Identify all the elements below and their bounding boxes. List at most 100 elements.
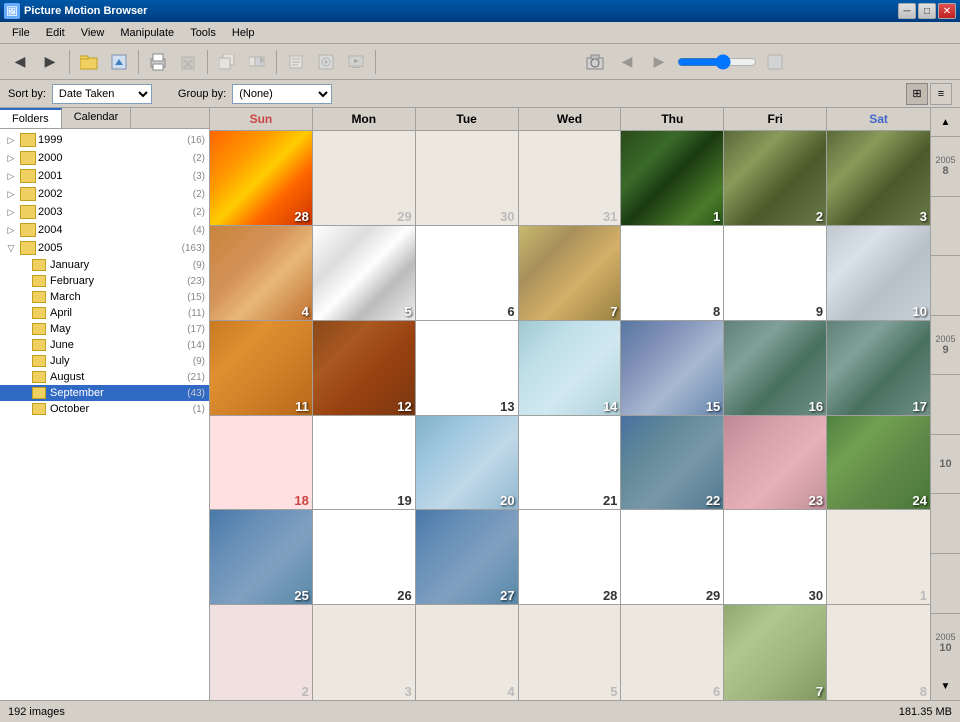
menu-file[interactable]: File <box>4 25 38 41</box>
arrow-left-button[interactable]: ◀ <box>613 48 641 76</box>
cal-cell-13[interactable]: 10 <box>827 226 930 321</box>
cal-cell-11[interactable]: 8 <box>621 226 724 321</box>
cal-cell-38[interactable]: 5 <box>519 605 622 700</box>
folder-2002[interactable]: ▷ 2002 (2) <box>0 185 209 203</box>
folder-2000[interactable]: ▷ 2000 (2) <box>0 149 209 167</box>
cal-num-18: 15 <box>706 400 720 413</box>
cal-cell-12[interactable]: 9 <box>724 226 827 321</box>
edit-button[interactable] <box>282 48 310 76</box>
cal-cell-1[interactable]: 29 <box>313 131 416 226</box>
cal-cell-4[interactable]: 1 <box>621 131 724 226</box>
cal-num-16: 13 <box>500 400 514 413</box>
cal-cell-34[interactable]: 1 <box>827 510 930 605</box>
cal-cell-29[interactable]: 26 <box>313 510 416 605</box>
view-button[interactable] <box>312 48 340 76</box>
copy-button[interactable] <box>213 48 241 76</box>
cal-cell-0[interactable]: 28 <box>210 131 313 226</box>
cal-cell-2[interactable]: 30 <box>416 131 519 226</box>
folder-icon-2005 <box>20 241 36 255</box>
cal-cell-39[interactable]: 6 <box>621 605 724 700</box>
week-nav-up[interactable]: ▲ <box>931 108 960 136</box>
folder-september[interactable]: September (43) <box>0 385 209 401</box>
back-button[interactable]: ◀ <box>6 48 34 76</box>
cal-cell-14[interactable]: 11 <box>210 321 313 416</box>
folder-august[interactable]: August (21) <box>0 369 209 385</box>
menu-help[interactable]: Help <box>224 25 263 41</box>
cal-cell-37[interactable]: 4 <box>416 605 519 700</box>
cal-cell-9[interactable]: 6 <box>416 226 519 321</box>
folder-january[interactable]: January (9) <box>0 257 209 273</box>
group-select[interactable]: (None) Date Taken Folder Event <box>232 84 332 104</box>
cal-cell-18[interactable]: 15 <box>621 321 724 416</box>
sort-select[interactable]: Date Taken <box>52 84 152 104</box>
cal-cell-24[interactable]: 21 <box>519 416 622 511</box>
forward-button[interactable]: ▶ <box>36 48 64 76</box>
cal-cell-23[interactable]: 20 <box>416 416 519 511</box>
cal-cell-15[interactable]: 12 <box>313 321 416 416</box>
print-button[interactable] <box>144 48 172 76</box>
folder-icon-2000 <box>20 151 36 165</box>
week-nav-down[interactable]: ▼ <box>931 672 960 700</box>
cal-cell-32[interactable]: 29 <box>621 510 724 605</box>
cal-cell-33[interactable]: 30 <box>724 510 827 605</box>
menu-manipulate[interactable]: Manipulate <box>112 25 182 41</box>
cal-cell-26[interactable]: 23 <box>724 416 827 511</box>
cal-cell-16[interactable]: 13 <box>416 321 519 416</box>
cal-cell-35[interactable]: 2 <box>210 605 313 700</box>
cal-cell-19[interactable]: 16 <box>724 321 827 416</box>
import-button[interactable] <box>105 48 133 76</box>
zoom-button[interactable] <box>761 48 789 76</box>
folder-2003[interactable]: ▷ 2003 (2) <box>0 203 209 221</box>
window-controls[interactable]: ─ □ ✕ <box>898 3 956 19</box>
tab-calendar[interactable]: Calendar <box>62 108 132 128</box>
folder-2004[interactable]: ▷ 2004 (4) <box>0 221 209 239</box>
maximize-button[interactable]: □ <box>918 3 936 19</box>
folder-1999[interactable]: ▷ 1999 (16) <box>0 131 209 149</box>
grid-view-button[interactable]: ⊞ <box>906 83 928 105</box>
folder-february[interactable]: February (23) <box>0 273 209 289</box>
cal-cell-7[interactable]: 4 <box>210 226 313 321</box>
cal-cell-41[interactable]: 8 <box>827 605 930 700</box>
cal-cell-25[interactable]: 22 <box>621 416 724 511</box>
cal-cell-17[interactable]: 14 <box>519 321 622 416</box>
cal-cell-6[interactable]: 3 <box>827 131 930 226</box>
header-sun: Sun <box>210 108 313 130</box>
cal-cell-22[interactable]: 19 <box>313 416 416 511</box>
cal-cell-40[interactable]: 7 <box>724 605 827 700</box>
folder-may[interactable]: May (17) <box>0 321 209 337</box>
folder-2001[interactable]: ▷ 2001 (3) <box>0 167 209 185</box>
cal-cell-10[interactable]: 7 <box>519 226 622 321</box>
cal-cell-36[interactable]: 3 <box>313 605 416 700</box>
minimize-button[interactable]: ─ <box>898 3 916 19</box>
folder-april[interactable]: April (11) <box>0 305 209 321</box>
close-button[interactable]: ✕ <box>938 3 956 19</box>
list-view-button[interactable]: ≡ <box>930 83 952 105</box>
menu-edit[interactable]: Edit <box>38 25 73 41</box>
folder-march[interactable]: March (15) <box>0 289 209 305</box>
header-fri: Fri <box>724 108 827 130</box>
toolbar-separator-5 <box>375 50 376 74</box>
cal-cell-27[interactable]: 24 <box>827 416 930 511</box>
menu-view[interactable]: View <box>73 25 113 41</box>
cal-cell-31[interactable]: 28 <box>519 510 622 605</box>
cal-cell-8[interactable]: 5 <box>313 226 416 321</box>
menu-tools[interactable]: Tools <box>182 25 224 41</box>
folder-2005[interactable]: ▽ 2005 (163) <box>0 239 209 257</box>
cal-cell-21[interactable]: 18 <box>210 416 313 511</box>
folder-october[interactable]: October (1) <box>0 401 209 417</box>
folder-july[interactable]: July (9) <box>0 353 209 369</box>
slideshow-button[interactable] <box>342 48 370 76</box>
move-button[interactable] <box>243 48 271 76</box>
arrow-right-button[interactable]: ▶ <box>645 48 673 76</box>
tab-folders[interactable]: Folders <box>0 108 62 128</box>
folder-button[interactable] <box>75 48 103 76</box>
cal-cell-3[interactable]: 31 <box>519 131 622 226</box>
cal-cell-28[interactable]: 25 <box>210 510 313 605</box>
cal-cell-30[interactable]: 27 <box>416 510 519 605</box>
zoom-slider[interactable] <box>677 54 757 70</box>
folder-june[interactable]: June (14) <box>0 337 209 353</box>
cal-cell-5[interactable]: 2 <box>724 131 827 226</box>
camera-button[interactable] <box>581 48 609 76</box>
cal-cell-20[interactable]: 17 <box>827 321 930 416</box>
delete-button[interactable] <box>174 48 202 76</box>
